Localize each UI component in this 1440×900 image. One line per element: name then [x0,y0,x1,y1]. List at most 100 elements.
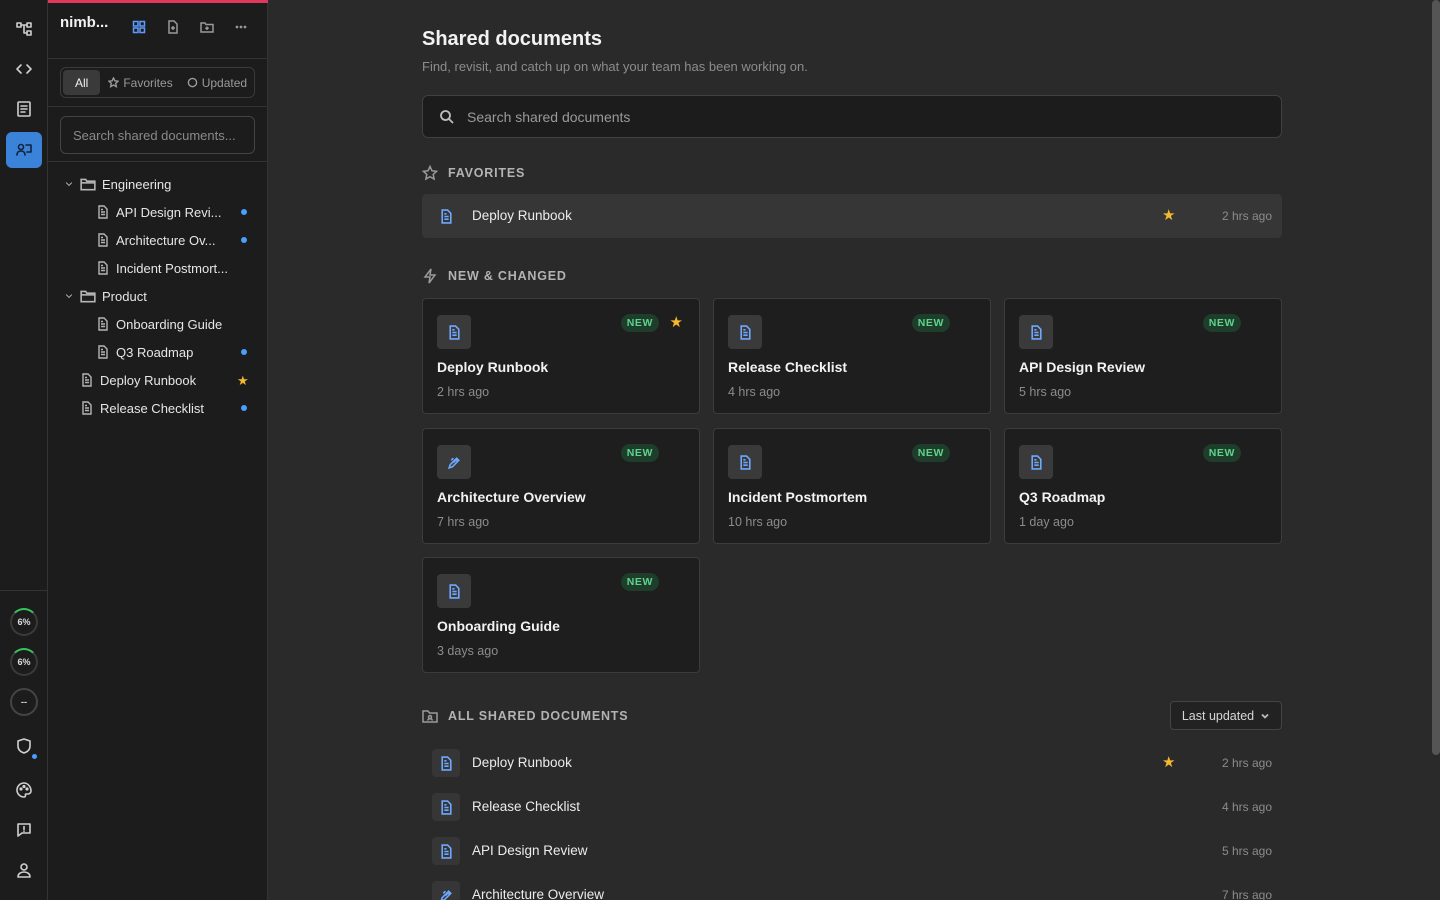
tree-doc-q3-roadmap[interactable]: Q3 Roadmap [48,338,268,366]
favorite-row[interactable]: Deploy Runbook ★ 2 hrs ago [422,194,1282,238]
documents-sidebar: nimb... All Favorites Updated Engineerin… [48,0,268,900]
main-scrollbar[interactable] [1432,0,1440,755]
lightning-icon [423,268,437,284]
recent-card[interactable]: NEW Incident Postmortem 10 hrs ago [713,428,991,544]
document-icon [437,574,471,608]
document-icon [82,373,92,387]
main-content: Shared documents Find, revisit, and catc… [270,0,1432,900]
list-item[interactable]: Deploy Runbook ★ 2 hrs ago [422,741,1282,785]
grid-view-icon[interactable] [128,16,150,38]
new-badge: NEW [620,573,659,591]
tree-doc-incident[interactable]: Incident Postmort... [48,254,268,282]
document-icon [728,315,762,349]
unread-dot [241,349,247,355]
workspace-name[interactable]: nimb... [60,14,108,31]
folder-open-icon [80,290,96,303]
sidebar-search-input[interactable] [60,116,255,154]
list-item[interactable]: API Design Review 5 hrs ago [422,829,1282,873]
feedback-icon[interactable] [6,812,42,848]
star-outline-icon [422,165,438,181]
recent-card[interactable]: NEW ★ Deploy Runbook 2 hrs ago [422,298,700,414]
more-icon[interactable] [230,16,252,38]
tree-doc-api-design[interactable]: API Design Revi... [48,198,268,226]
new-badge: NEW [620,314,659,332]
chevron-down-icon [1261,713,1269,719]
sort-dropdown[interactable]: Last updated [1170,701,1282,730]
circle-outline-icon [187,77,198,88]
tree-folder-product[interactable]: Product [48,282,268,310]
notes-icon[interactable] [6,91,42,127]
new-badge: NEW [911,314,950,332]
new-folder-icon[interactable] [196,16,218,38]
tree-doc-onboarding[interactable]: Onboarding Guide [48,310,268,338]
tree-folder-engineering[interactable]: Engineering [48,170,268,198]
progress-ring-1[interactable]: 6% [10,608,38,636]
document-icon [82,401,92,415]
unread-dot [241,209,247,215]
star-outline-icon [108,77,120,88]
pen-icon [437,445,471,479]
pen-icon [432,881,460,900]
star-icon[interactable]: ★ [670,313,683,331]
recent-card[interactable]: NEW Onboarding Guide 3 days ago [422,557,700,673]
main-search-input[interactable] [467,108,1247,125]
recent-card[interactable]: NEW Release Checklist 4 hrs ago [713,298,991,414]
document-icon [1019,315,1053,349]
app-rail: 6% 6% -- [0,0,48,900]
palette-icon[interactable] [6,772,42,808]
document-icon [432,793,460,821]
filter-updated[interactable]: Updated [181,70,253,95]
document-icon [98,345,108,359]
progress-ring-2[interactable]: 6% [10,648,38,676]
document-icon [98,317,108,331]
star-icon: ★ [237,373,249,388]
document-icon [434,204,458,228]
document-icon [432,837,460,865]
document-icon [98,261,108,275]
unread-dot [241,405,247,411]
shield-notification-dot [32,754,37,759]
sidebar-divider [48,58,268,59]
search-icon [440,109,454,124]
document-icon [98,205,108,219]
branch-icon[interactable] [6,11,42,47]
filter-favorites[interactable]: Favorites [102,70,178,95]
list-item[interactable]: Release Checklist 4 hrs ago [422,785,1282,829]
new-badge: NEW [1202,444,1241,462]
shared-docs-icon[interactable] [6,132,42,168]
document-icon [437,315,471,349]
chevron-down-icon [65,182,73,187]
tree-doc-deploy-runbook[interactable]: Deploy Runbook ★ [48,366,268,394]
recent-card[interactable]: NEW Q3 Roadmap 1 day ago [1004,428,1282,544]
document-icon [1019,445,1053,479]
shield-icon[interactable] [6,728,42,764]
shared-folder-icon [422,710,438,723]
new-document-icon[interactable] [162,16,184,38]
filter-all[interactable]: All [63,70,101,95]
filter-segmented-control: All Favorites Updated [60,67,255,98]
favorites-heading: FAVORITES [422,165,525,181]
tree-doc-release-checklist[interactable]: Release Checklist [48,394,268,422]
star-icon[interactable]: ★ [1162,206,1175,224]
all-shared-heading: ALL SHARED DOCUMENTS [422,708,628,724]
folder-open-icon [80,178,96,191]
new-badge: NEW [620,444,659,462]
sidebar-divider [48,106,268,107]
unread-dot [241,237,247,243]
star-icon[interactable]: ★ [1162,753,1175,771]
page-title: Shared documents [422,28,603,50]
document-icon [432,749,460,777]
recent-card[interactable]: NEW Architecture Overview 7 hrs ago [422,428,700,544]
list-item[interactable]: Architecture Overview 7 hrs ago [422,873,1282,900]
progress-ring-3[interactable]: -- [10,688,38,716]
new-badge: NEW [1202,314,1241,332]
sidebar-accent-bar [48,0,268,3]
user-icon[interactable] [6,852,42,888]
document-icon [728,445,762,479]
tree-doc-architecture[interactable]: Architecture Ov... [48,226,268,254]
code-icon[interactable] [6,51,42,87]
recent-card[interactable]: NEW API Design Review 5 hrs ago [1004,298,1282,414]
page-subtitle: Find, revisit, and catch up on what your… [422,59,808,74]
rail-divider [0,590,47,591]
chevron-down-icon [65,294,73,299]
